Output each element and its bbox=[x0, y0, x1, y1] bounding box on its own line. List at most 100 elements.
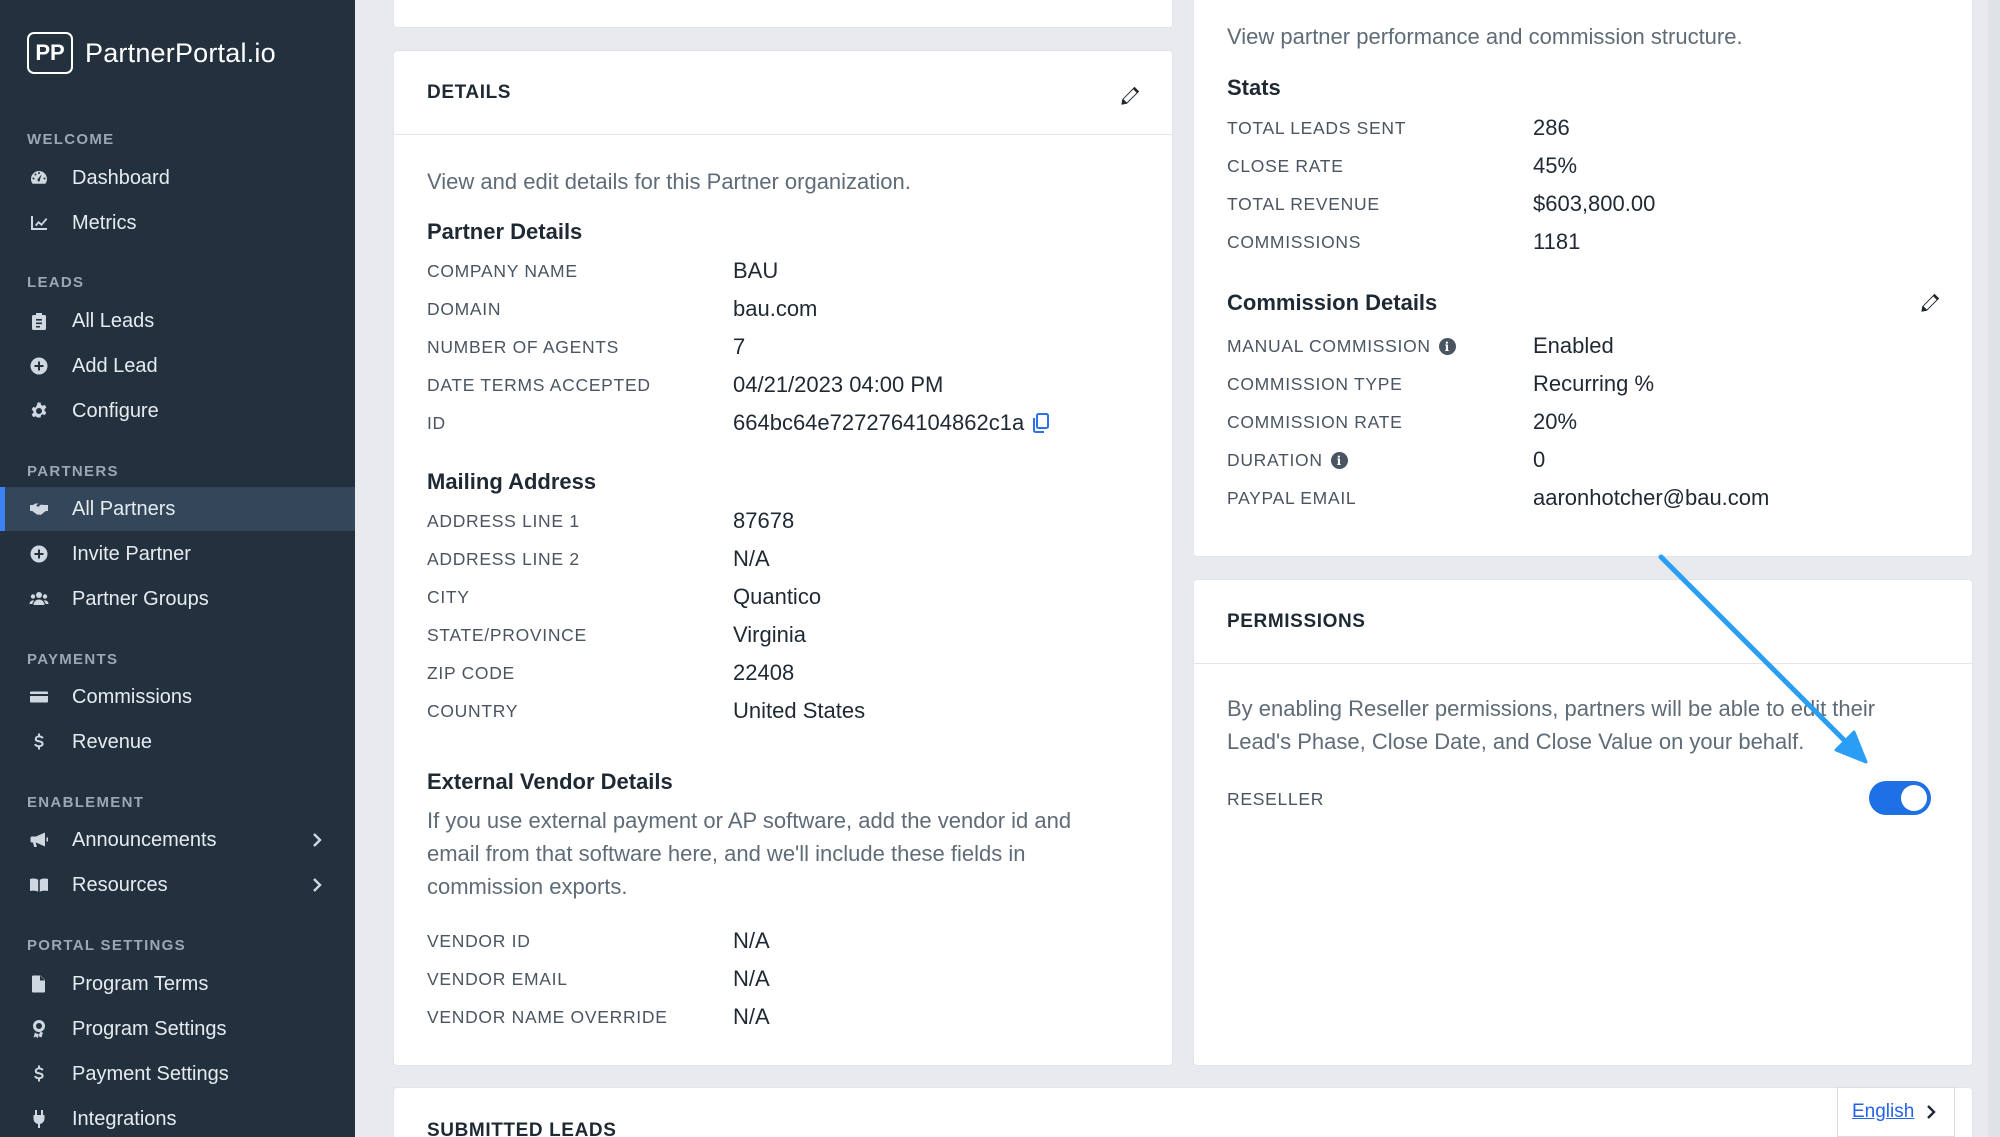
sidebar-item-all-leads[interactable]: All Leads bbox=[0, 299, 355, 343]
field-label: ADDRESS LINE 1 bbox=[427, 511, 580, 531]
field-label: DOMAIN bbox=[427, 299, 502, 319]
sidebar-item-label: All Leads bbox=[72, 309, 155, 332]
sidebar-item-label: Revenue bbox=[72, 730, 153, 753]
nav-section-leads: LEADS bbox=[27, 274, 85, 291]
vendor-description-line-1: If you use external payment or AP softwa… bbox=[427, 808, 1072, 833]
field-label: VENDOR NAME OVERRIDE bbox=[427, 1007, 668, 1027]
field-value-id: 664bc64e7272764104862c1a bbox=[733, 410, 1052, 436]
sidebar-item-label: Invite Partner bbox=[72, 542, 191, 565]
vendor-description-line-3: commission exports. bbox=[427, 874, 628, 899]
field-label: MANUAL COMMISSION bbox=[1227, 336, 1431, 356]
vendor-details-heading: External Vendor Details bbox=[427, 769, 673, 794]
sidebar-item-partner-groups[interactable]: Partner Groups bbox=[0, 577, 355, 621]
plus-circle-icon bbox=[28, 355, 50, 377]
submitted-leads-title: SUBMITTED LEADS bbox=[427, 1120, 617, 1137]
edit-commission-button[interactable] bbox=[1918, 291, 1942, 315]
commission-details-heading: Commission Details bbox=[1227, 290, 1438, 315]
sidebar-item-announcements[interactable]: Announcements bbox=[0, 818, 355, 862]
field-label: COUNTRY bbox=[427, 701, 519, 721]
chevron-right-icon bbox=[1922, 1103, 1940, 1121]
sidebar-item-label: All Partners bbox=[72, 497, 176, 520]
copy-icon[interactable] bbox=[1030, 412, 1052, 434]
edit-details-button[interactable] bbox=[1118, 84, 1142, 108]
field-label: CITY bbox=[427, 587, 470, 607]
reseller-toggle[interactable] bbox=[1869, 781, 1931, 815]
dollar-icon bbox=[28, 731, 50, 753]
sidebar-item-program-settings[interactable]: Program Settings bbox=[0, 1007, 355, 1051]
field-label: VENDOR EMAIL bbox=[427, 969, 568, 989]
info-icon[interactable]: i bbox=[1438, 338, 1456, 355]
toggle-knob bbox=[1901, 785, 1927, 811]
stat-label: TOTAL LEADS SENT bbox=[1227, 118, 1407, 138]
sidebar-item-metrics[interactable]: Metrics bbox=[0, 201, 355, 245]
language-selector[interactable]: English bbox=[1837, 1087, 1955, 1137]
sidebar-item-label: Payment Settings bbox=[72, 1062, 229, 1085]
stats-heading: Stats bbox=[1227, 75, 1281, 100]
mailing-address-heading: Mailing Address bbox=[427, 469, 597, 494]
sidebar-item-label: Dashboard bbox=[72, 166, 170, 189]
sidebar-item-revenue[interactable]: Revenue bbox=[0, 720, 355, 764]
sidebar: PP PartnerPortal.io WELCOME Dashboard Me… bbox=[0, 0, 355, 1137]
field-value-address-line-2: N/A bbox=[733, 546, 770, 571]
sidebar-item-dashboard[interactable]: Dashboard bbox=[0, 156, 355, 200]
pencil-icon bbox=[1921, 293, 1940, 312]
details-description: View and edit details for this Partner o… bbox=[427, 169, 911, 194]
performance-description: View partner performance and commission … bbox=[1227, 24, 1743, 49]
info-icon[interactable]: i bbox=[1330, 452, 1348, 469]
top-card-fragment bbox=[393, 0, 1173, 28]
field-value-vendor-name-override: N/A bbox=[733, 1004, 770, 1029]
sidebar-item-resources[interactable]: Resources bbox=[0, 863, 355, 907]
field-value-company-name: BAU bbox=[733, 258, 779, 283]
partner-id-text: 664bc64e7272764104862c1a bbox=[733, 410, 1025, 435]
dollar-icon bbox=[28, 1063, 50, 1085]
brand-name: PartnerPortal.io bbox=[85, 37, 276, 68]
permissions-description-line-2: Lead's Phase, Close Date, and Close Valu… bbox=[1227, 729, 1805, 754]
stat-value-close-rate: 45% bbox=[1533, 153, 1578, 178]
file-icon bbox=[28, 973, 50, 995]
field-value-vendor-email: N/A bbox=[733, 966, 770, 991]
performance-card: View partner performance and commission … bbox=[1193, 0, 1973, 557]
stat-label: TOTAL REVENUE bbox=[1227, 194, 1380, 214]
sidebar-item-invite-partner[interactable]: Invite Partner bbox=[0, 532, 355, 576]
plug-icon bbox=[28, 1108, 50, 1130]
sidebar-item-program-terms[interactable]: Program Terms bbox=[0, 962, 355, 1006]
field-label: COMPANY NAME bbox=[427, 261, 578, 281]
sidebar-item-label: Metrics bbox=[72, 211, 137, 234]
sidebar-item-add-lead[interactable]: Add Lead bbox=[0, 344, 355, 388]
field-value-state: Virginia bbox=[733, 622, 806, 647]
sidebar-item-payment-settings[interactable]: Payment Settings bbox=[0, 1052, 355, 1096]
field-label: VENDOR ID bbox=[427, 931, 531, 951]
details-header: DETAILS bbox=[394, 51, 1172, 135]
details-title: DETAILS bbox=[427, 81, 512, 103]
commission-label-duration: DURATION i bbox=[1227, 450, 1348, 471]
handshake-icon bbox=[28, 498, 50, 520]
sidebar-item-all-partners[interactable]: All Partners bbox=[0, 487, 355, 531]
submitted-leads-card: SUBMITTED LEADS bbox=[393, 1087, 1973, 1137]
field-value-domain: bau.com bbox=[733, 296, 818, 321]
sidebar-item-integrations[interactable]: Integrations bbox=[0, 1097, 355, 1137]
field-value-number-of-agents: 7 bbox=[733, 334, 746, 359]
commission-label-manual: MANUAL COMMISSION i bbox=[1227, 336, 1456, 357]
nav-section-portal-settings: PORTAL SETTINGS bbox=[27, 937, 186, 954]
chevron-right-icon bbox=[307, 830, 327, 850]
commission-value-rate: 20% bbox=[1533, 409, 1578, 434]
commission-value-type: Recurring % bbox=[1533, 371, 1655, 396]
commission-value-duration: 0 bbox=[1533, 447, 1546, 472]
stat-value-commissions: 1181 bbox=[1533, 229, 1581, 254]
stat-value-total-revenue: $603,800.00 bbox=[1533, 191, 1656, 216]
field-label: STATE/PROVINCE bbox=[427, 625, 587, 645]
partner-details-heading: Partner Details bbox=[427, 219, 583, 244]
field-value-country: United States bbox=[733, 698, 866, 723]
sidebar-item-configure[interactable]: Configure bbox=[0, 389, 355, 433]
field-value-vendor-id: N/A bbox=[733, 928, 770, 953]
clipboard-icon bbox=[28, 310, 50, 332]
sidebar-item-label: Announcements bbox=[72, 828, 217, 851]
brand-logo[interactable]: PP PartnerPortal.io bbox=[27, 32, 276, 74]
nav-section-welcome: WELCOME bbox=[27, 131, 115, 148]
field-value-city: Quantico bbox=[733, 584, 822, 609]
language-link[interactable]: English bbox=[1852, 1101, 1914, 1123]
scrollbar-track[interactable] bbox=[1988, 0, 2000, 1137]
sidebar-item-commissions[interactable]: Commissions bbox=[0, 675, 355, 719]
sidebar-item-label: Program Settings bbox=[72, 1017, 227, 1040]
field-label: NUMBER OF AGENTS bbox=[427, 337, 620, 357]
